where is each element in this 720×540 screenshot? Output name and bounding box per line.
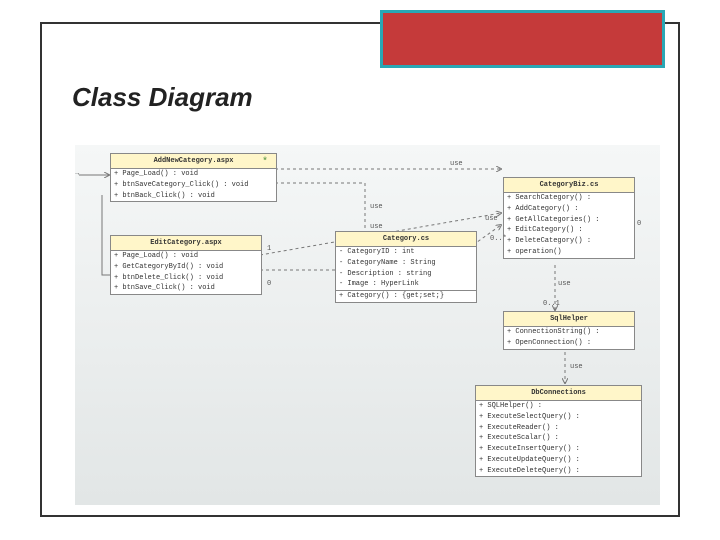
rel-label-use: use: [485, 215, 498, 223]
class-op: + AddCategory() :: [504, 204, 634, 215]
class-op: + ExecuteSelectQuery() :: [476, 412, 641, 423]
class-op: + btnBack_Click() : void: [111, 191, 276, 202]
class-category: Category.cs - CategoryID : int - Categor…: [335, 231, 477, 303]
class-op: + btnSave_Click() : void: [111, 283, 261, 294]
class-attr: - CategoryName : String: [336, 258, 476, 269]
new-icon: *: [262, 157, 268, 168]
class-sqlhelper: SqlHelper + ConnectionString() : + OpenC…: [503, 311, 635, 350]
class-name: EditCategory.aspx: [111, 236, 261, 251]
class-op: + Category() : {get;set;}: [336, 291, 476, 302]
rel-label-use: use: [570, 363, 583, 371]
class-op: + ExecuteUpdateQuery() :: [476, 455, 641, 466]
rel-mult: 0: [267, 280, 271, 288]
class-attr: - Image : HyperLink: [336, 279, 476, 290]
class-op: + SQLHelper() :: [476, 401, 641, 412]
title-accent-box: [380, 10, 665, 68]
class-name: CategoryBiz.cs: [504, 178, 634, 193]
rel-mult: 0..*: [490, 235, 507, 243]
class-op: + OpenConnection() :: [504, 338, 634, 349]
class-editcategory: EditCategory.aspx + Page_Load() : void +…: [110, 235, 262, 295]
class-addnewcategory: AddNewCategory.aspx + Page_Load() : void…: [110, 153, 277, 202]
class-name: SqlHelper: [504, 312, 634, 327]
class-name: Category.cs: [336, 232, 476, 247]
rel-label-use: use: [370, 203, 383, 211]
class-op: + ExecuteInsertQuery() :: [476, 444, 641, 455]
class-op: + ExecuteScalar() :: [476, 433, 641, 444]
class-op: + EditCategory() :: [504, 225, 634, 236]
class-op: + ExecuteReader() :: [476, 423, 641, 434]
class-dbconnections: DbConnections + SQLHelper() : + ExecuteS…: [475, 385, 642, 477]
class-op: + Page_Load() : void: [111, 169, 276, 180]
class-attr: - CategoryID : int: [336, 247, 476, 258]
class-op: + GetAllCategories() :: [504, 215, 634, 226]
class-op: + DeleteCategory() :: [504, 236, 634, 247]
class-op: + SearchCategory() :: [504, 193, 634, 204]
class-op: + Page_Load() : void: [111, 251, 261, 262]
rel-mult: 0..1: [543, 300, 560, 308]
rel-mult: 0: [637, 220, 641, 228]
class-diagram: AddNewCategory.aspx + Page_Load() : void…: [75, 145, 660, 505]
class-attr: - Description : string: [336, 269, 476, 280]
class-op: + ExecuteDeleteQuery() :: [476, 466, 641, 477]
class-name: DbConnections: [476, 386, 641, 401]
class-op: + btnDelete_Click() : void: [111, 273, 261, 284]
rel-label-use: use: [370, 223, 383, 231]
class-op: + GetCategoryById() : void: [111, 262, 261, 273]
rel-mult: 1: [267, 245, 271, 253]
page-title: Class Diagram: [72, 82, 253, 113]
class-name: AddNewCategory.aspx: [111, 154, 276, 169]
rel-label-use: use: [450, 160, 463, 168]
rel-label-use: use: [558, 280, 571, 288]
class-op: + operation(): [504, 247, 634, 258]
class-categorybiz: CategoryBiz.cs + SearchCategory() : + Ad…: [503, 177, 635, 259]
class-op: + btnSaveCategory_Click() : void: [111, 180, 276, 191]
rel-arrow-glyph: →: [75, 170, 79, 178]
class-op: + ConnectionString() :: [504, 327, 634, 338]
